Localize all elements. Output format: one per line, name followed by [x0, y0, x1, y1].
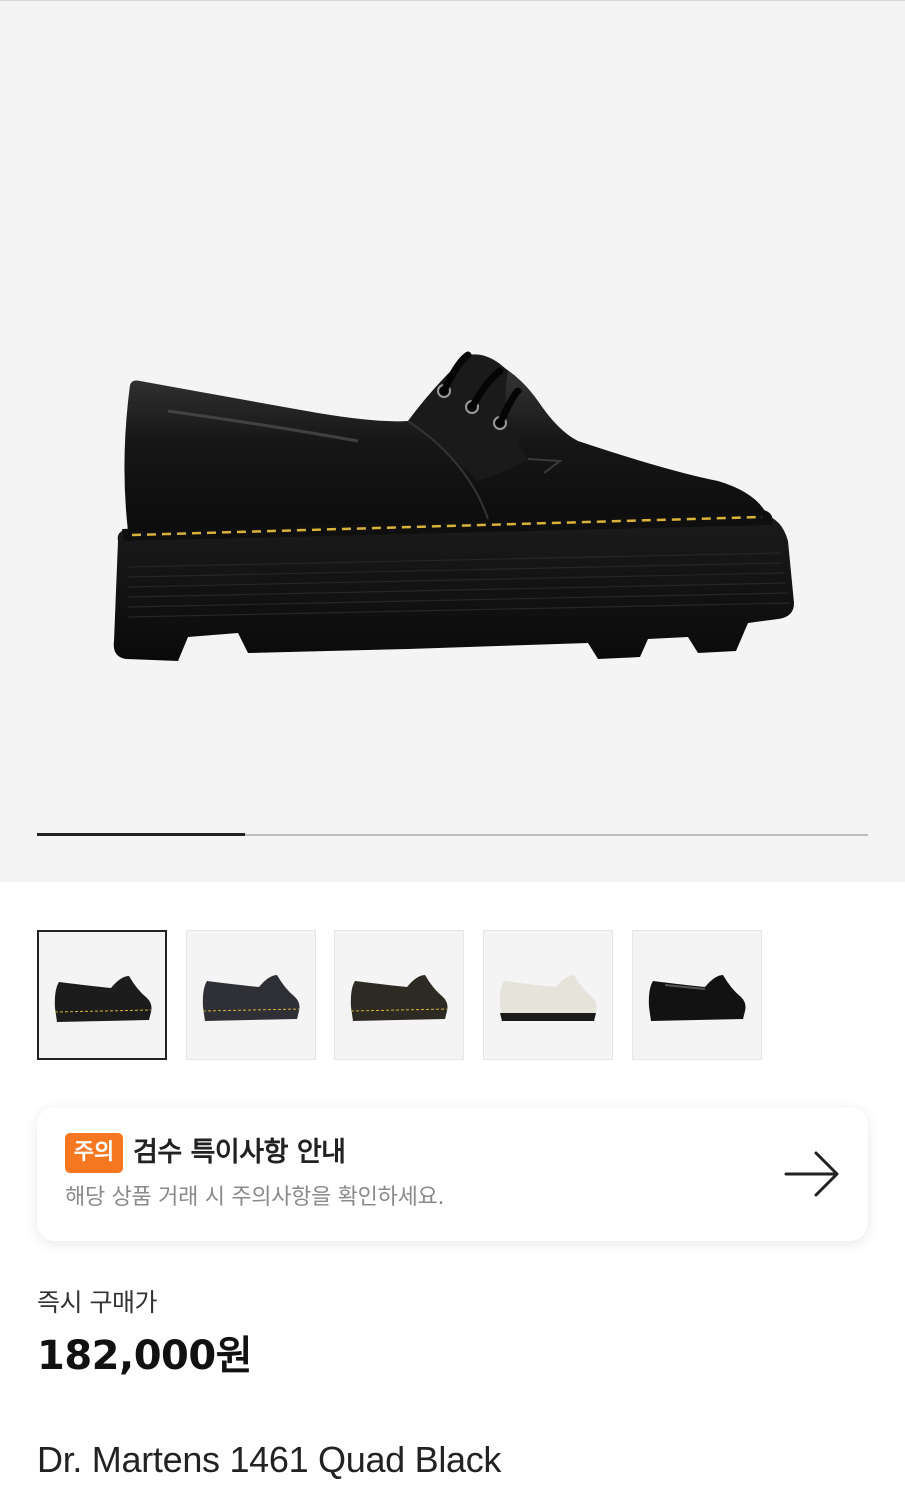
thumbnail-2[interactable]: [186, 930, 316, 1060]
notice-subtitle: 해당 상품 거래 시 주의사항을 확인하세요.: [65, 1185, 445, 1210]
gallery-progress-track: [37, 833, 868, 836]
instant-buy-price: 182,000원: [37, 1333, 253, 1379]
thumbnail-shoe-image: [350, 975, 448, 1021]
thumbnail-shoe-image: [54, 976, 152, 1022]
thumbnail-shoe-image: [648, 975, 746, 1021]
instant-buy-price-label: 즉시 구매가: [37, 1288, 157, 1317]
thumbnail-shoe-image: [499, 975, 597, 1021]
caution-badge: 주의: [65, 1133, 123, 1173]
product-shoe-image: [113, 351, 794, 661]
gallery-progress-fill: [37, 833, 245, 836]
arrow-right-icon[interactable]: [782, 1147, 842, 1201]
thumbnail-3[interactable]: [334, 930, 464, 1060]
thumbnail-1[interactable]: [37, 930, 167, 1060]
inspection-notice-card[interactable]: 주의 검수 특이사항 안내 해당 상품 거래 시 주의사항을 확인하세요.: [37, 1107, 868, 1241]
product-name: Dr. Martens 1461 Quad Black: [37, 1439, 502, 1480]
product-image-gallery[interactable]: [0, 0, 905, 882]
thumbnail-5[interactable]: [632, 930, 762, 1060]
thumbnail-shoe-image: [202, 975, 300, 1021]
notice-title: 검수 특이사항 안내: [133, 1137, 346, 1168]
thumbnail-4[interactable]: [483, 930, 613, 1060]
